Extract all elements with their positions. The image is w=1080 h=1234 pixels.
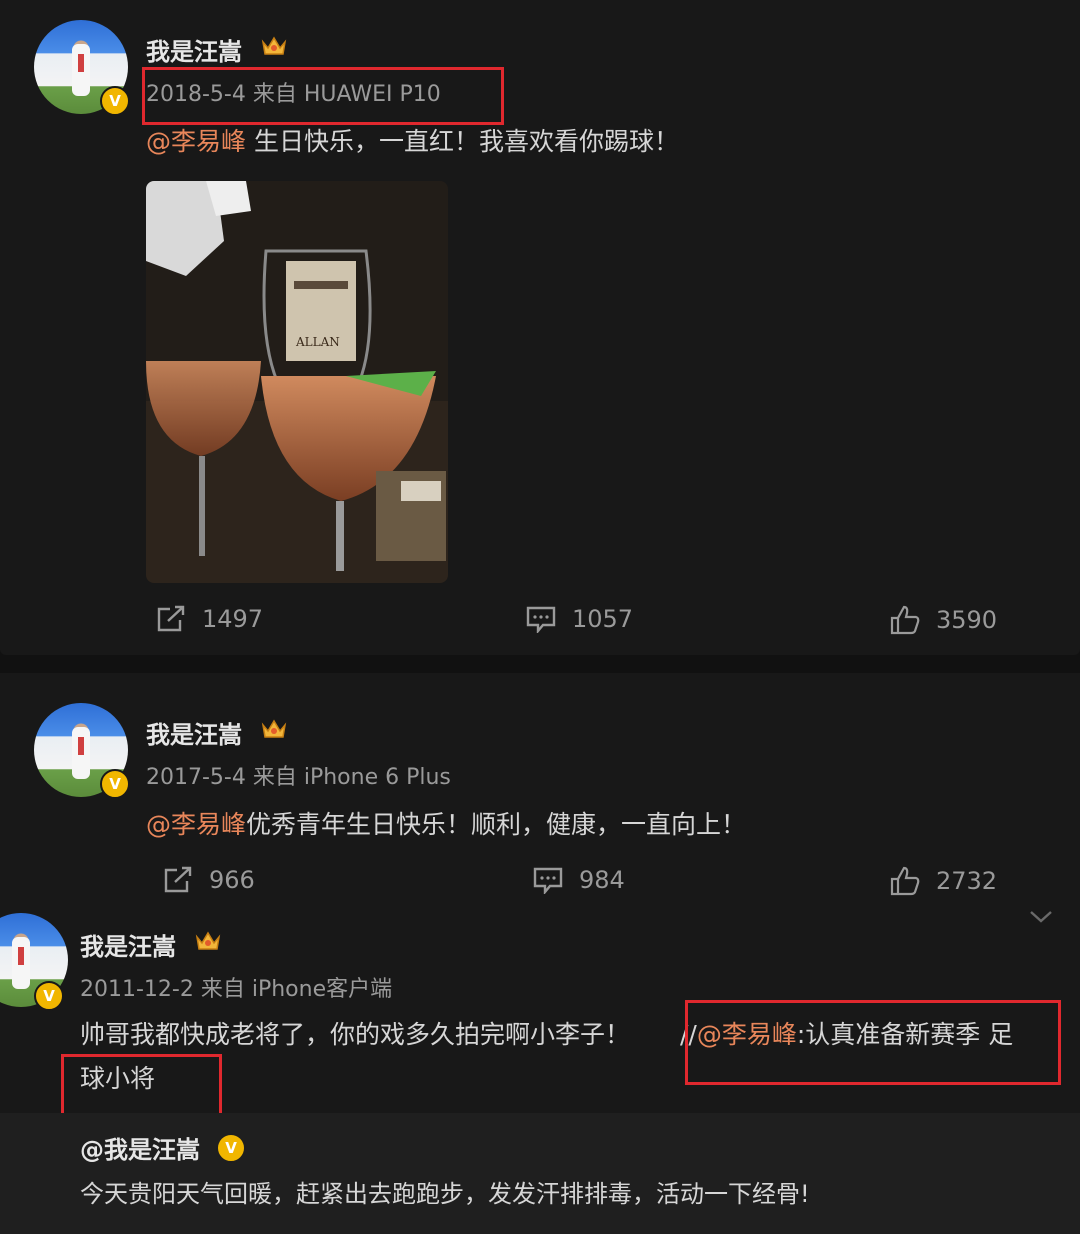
post-meta: 2011-12-2 来自 iPhone客户端: [80, 977, 393, 1002]
repost-button[interactable]: 966: [163, 866, 255, 894]
author-name[interactable]: 我是汪嵩: [146, 32, 242, 67]
crown-icon: [261, 719, 287, 738]
avatar[interactable]: V: [34, 703, 130, 799]
chevron-down-icon[interactable]: [1028, 908, 1054, 926]
comment-count: 1057: [572, 605, 634, 633]
repost-count: 1497: [202, 605, 264, 633]
comment-button[interactable]: 1057: [526, 605, 633, 633]
highlight-box: [142, 67, 504, 125]
post-text: @李易峰 生日快乐，一直红！我喜欢看你踢球！: [146, 120, 679, 164]
author-name[interactable]: 我是汪嵩: [146, 715, 242, 750]
comment-button[interactable]: 984: [533, 866, 625, 894]
weibo-post-card: V 我是汪嵩 2011-12-2 来自 iPhone客户端 帅哥我都快成老将了，…: [0, 911, 1080, 1118]
verified-icon: V: [100, 769, 130, 799]
verified-icon: V: [34, 981, 64, 1011]
crown-icon: [195, 931, 221, 950]
repost-icon: [164, 866, 192, 893]
post-photo[interactable]: ALLAN: [146, 181, 448, 583]
post-text: @李易峰优秀青年生日快乐！顺利，健康，一直向上！: [146, 803, 746, 847]
quoted-author[interactable]: @我是汪嵩: [80, 1130, 200, 1165]
bottle-label: ALLAN: [295, 335, 340, 349]
quoted-text: 今天贵阳天气回暖，赶紧出去跑跑步，发发汗排排毒，活动一下经骨!: [80, 1180, 810, 1208]
mention-link[interactable]: @李易峰: [146, 810, 246, 839]
highlight-box: [685, 1000, 1061, 1085]
weibo-post-card: V 我是汪嵩 2017-5-4 来自 iPhone 6 Plus @李易峰优秀青…: [0, 673, 1080, 911]
post-body: 帅哥我都快成老将了，你的戏多久拍完啊小李子！: [80, 1020, 631, 1049]
verified-icon: V: [100, 86, 130, 116]
like-button[interactable]: 2732: [890, 866, 997, 896]
crown-icon: [261, 36, 287, 55]
like-count: 3590: [936, 606, 998, 634]
like-icon: [890, 866, 920, 896]
comment-count: 984: [579, 866, 625, 894]
like-count: 2732: [936, 867, 998, 895]
post-body: 生日快乐，一直红！我喜欢看你踢球！: [246, 127, 679, 156]
comment-icon: [533, 867, 563, 894]
repost-icon: [157, 605, 185, 632]
quoted-author-name: @我是汪嵩: [80, 1136, 200, 1164]
highlight-box: [61, 1054, 222, 1118]
weibo-post-card: V 我是汪嵩 2018-5-4 来自 HUAWEI P10 @李易峰 生日快乐，…: [0, 0, 1080, 655]
mention-link[interactable]: @李易峰: [146, 127, 246, 156]
avatar[interactable]: V: [34, 20, 130, 116]
repost-button[interactable]: 1497: [156, 605, 263, 633]
like-button[interactable]: 3590: [890, 605, 997, 635]
post-body: 优秀青年生日快乐！顺利，健康，一直向上！: [246, 810, 747, 839]
post-meta: 2017-5-4 来自 iPhone 6 Plus: [146, 765, 451, 790]
author-name[interactable]: 我是汪嵩: [80, 927, 176, 962]
verified-icon: V: [216, 1133, 246, 1163]
repost-count: 966: [209, 866, 255, 894]
avatar[interactable]: V: [0, 913, 68, 1011]
comment-icon: [526, 606, 556, 633]
like-icon: [890, 605, 920, 635]
